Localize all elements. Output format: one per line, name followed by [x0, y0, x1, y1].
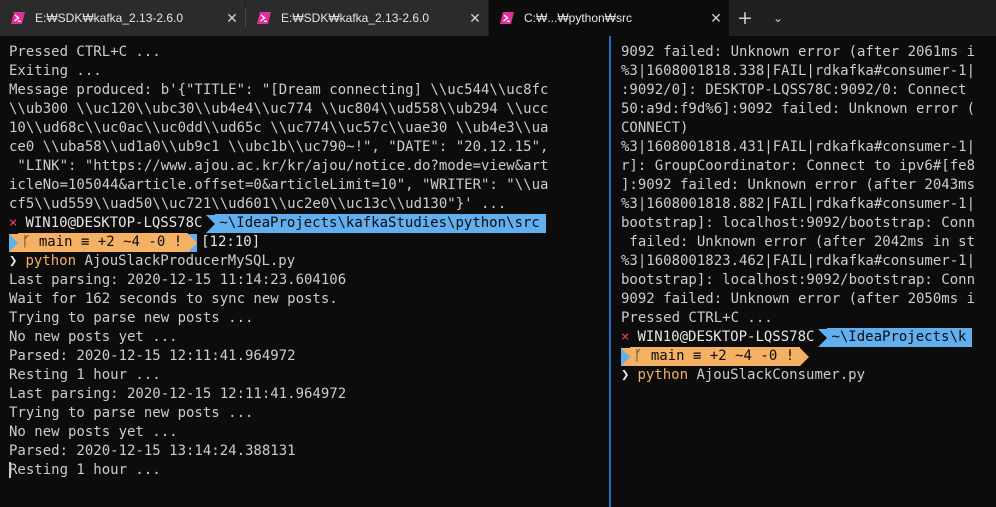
- tab-title: C:₩...₩python₩src: [524, 11, 633, 25]
- powerline-separator: [800, 347, 810, 366]
- powershell-icon: [11, 12, 25, 24]
- tab-python-src[interactable]: C:₩...₩python₩src ✕: [489, 0, 729, 36]
- output-line: :9092/0]: DESKTOP-LQSS78C:9092/0: Connec…: [621, 82, 967, 98]
- output-line: 50:a9d:f9d%6]:9092 failed: Unknown error…: [621, 101, 976, 117]
- tab-kafka-2[interactable]: E:₩SDK₩kafka_2.13-2.6.0 ✕: [246, 0, 488, 36]
- output-line: Pressed CTRL+C ...: [621, 310, 773, 326]
- output-line: No new posts yet ...: [9, 329, 178, 345]
- output-line: icleNo=105044&article.offset=0&articleLi…: [9, 177, 549, 193]
- output-line: Trying to parse new posts ...: [9, 310, 254, 326]
- output-line: 9092 failed: Unknown error (after 2050ms…: [621, 291, 976, 307]
- left-terminal-pane[interactable]: Pressed CTRL+C ... Exiting ... Message pro…: [0, 36, 608, 507]
- output-line: Exiting ...: [9, 63, 102, 79]
- command-arg: AjouSlackProducerMySQL.py: [76, 253, 296, 269]
- output-line: 10\\ud68c\\uc0ac\\uc0dd\\ud65c \\uc774\\…: [9, 120, 549, 136]
- output-line: Trying to parse new posts ...: [9, 405, 254, 421]
- new-tab-button[interactable]: +: [734, 0, 756, 36]
- powerline-separator: [9, 233, 18, 252]
- output-line: Parsed: 2020-12-15 12:11:41.964972: [9, 348, 296, 364]
- output-text: Resting 1 hour ...: [9, 462, 161, 478]
- tab-close-button[interactable]: ✕: [462, 10, 488, 27]
- output-line: Message produced: b'{"TITLE": "[Dream co…: [9, 82, 549, 98]
- output-line: bootstrap]: localhost:9092/bootstrap: Co…: [621, 215, 976, 231]
- output-line: Parsed: 2020-12-15 13:14:24.388131: [9, 443, 296, 459]
- output-line: Pressed CTRL+C ...: [9, 44, 161, 60]
- right-terminal-pane[interactable]: 9092 failed: Unknown error (after 2061ms…: [612, 36, 996, 507]
- powershell-icon: [257, 12, 271, 24]
- tab-close-button[interactable]: ✕: [703, 10, 729, 27]
- output-line: failed: Unknown error (after 2042ms in s…: [621, 234, 976, 250]
- output-line: Resting 1 hour ...: [9, 367, 161, 383]
- prompt-time: [12:10]: [201, 234, 261, 250]
- output-line: Last parsing: 2020-12-15 11:14:23.604106: [9, 272, 347, 288]
- powerline-separator: [621, 347, 630, 366]
- prompt-git-line: ᚴ main ≡ +2 ~4 -0 !: [621, 347, 975, 366]
- output-line: %3|1608001818.431|FAIL|rdkafka#consumer-…: [621, 139, 976, 155]
- command-arg: AjouSlackConsumer.py: [688, 367, 866, 383]
- tab-title: E:₩SDK₩kafka_2.13-2.6.0: [281, 11, 430, 25]
- output-line: "LINK": "https://www.ajou.ac.kr/kr/ajou/…: [9, 158, 549, 174]
- output-line: ce0 \\uba58\\ud1a0\\ub9c1 \\ubc1b\\uc790…: [9, 139, 549, 155]
- command-exe: python: [25, 253, 77, 269]
- command-line: ❯ python AjouSlackConsumer.py: [621, 366, 975, 385]
- command-exe: python: [637, 367, 689, 383]
- output-line: ]:9092 failed: Unknown error (after 2043…: [621, 177, 976, 193]
- output-line: 9092 failed: Unknown error (after 2061ms…: [621, 44, 976, 60]
- prompt-chevron-icon: ❯: [9, 253, 18, 269]
- powerline-separator: [188, 233, 198, 252]
- output-line: Resting 1 hour ...: [9, 461, 548, 480]
- tab-close-button[interactable]: ✕: [219, 10, 245, 27]
- output-line: Last parsing: 2020-12-15 12:11:41.964972: [9, 386, 347, 402]
- output-line: %3|1608001818.882|FAIL|rdkafka#consumer-…: [621, 196, 976, 212]
- prompt-chevron-icon: ❯: [621, 367, 630, 383]
- powerline-separator: [818, 328, 828, 347]
- error-x-icon: ×: [9, 215, 18, 231]
- output-line: \\ub300 \\uc120\\ubc30\\ub4e4\\uc774 \\u…: [9, 101, 549, 117]
- prompt-git-line: ᚴ main ≡ +2 ~4 -0 ! [12:10]: [9, 233, 548, 252]
- output-line: %3|1608001818.338|FAIL|rdkafka#consumer-…: [621, 63, 976, 79]
- prompt-user: WIN10@DESKTOP-LQSS78C: [637, 329, 815, 345]
- prompt-path: ~\IdeaProjects\k: [827, 328, 973, 347]
- prompt-user: WIN10@DESKTOP-LQSS78C: [25, 215, 203, 231]
- git-status: ᚴ main ≡ +2 ~4 -0 !: [18, 233, 189, 252]
- terminal-output: Pressed CTRL+C ... Exiting ... Message pro…: [9, 43, 548, 480]
- chevron-down-icon[interactable]: ⌄: [767, 0, 789, 36]
- output-line: cf5\\ud559\\uad50\\uc721\\ud601\\uc2e0\\…: [9, 196, 507, 212]
- output-line: r]: GroupCoordinator: Connect to ipv6#[f…: [621, 158, 976, 174]
- git-status: ᚴ main ≡ +2 ~4 -0 !: [630, 347, 801, 366]
- powershell-icon: [500, 12, 514, 24]
- output-line: CONNECT): [621, 120, 689, 136]
- powerline-separator: [206, 214, 216, 233]
- output-line: bootstrap]: localhost:9092/bootstrap: Co…: [621, 272, 976, 288]
- prompt-path: ~\IdeaProjects\kafkaStudies\python\src: [215, 214, 546, 233]
- error-x-icon: ×: [621, 329, 630, 345]
- output-line: Wait for 162 seconds to sync new posts.: [9, 291, 338, 307]
- prompt-line: × WIN10@DESKTOP-LQSS78C ~\IdeaProjects\k…: [9, 214, 548, 233]
- terminal-output: 9092 failed: Unknown error (after 2061ms…: [621, 43, 975, 385]
- output-line: No new posts yet ...: [9, 424, 178, 440]
- command-line: ❯ python AjouSlackProducerMySQL.py: [9, 252, 548, 271]
- tab-title: E:₩SDK₩kafka_2.13-2.6.0: [35, 11, 184, 25]
- tab-bar: E:₩SDK₩kafka_2.13-2.6.0 ✕ E:₩SDK₩kafka_2…: [0, 0, 996, 36]
- prompt-line: × WIN10@DESKTOP-LQSS78C ~\IdeaProjects\k: [621, 328, 975, 347]
- output-line: %3|1608001823.462|FAIL|rdkafka#consumer-…: [621, 253, 976, 269]
- tab-kafka-1[interactable]: E:₩SDK₩kafka_2.13-2.6.0 ✕: [0, 0, 245, 36]
